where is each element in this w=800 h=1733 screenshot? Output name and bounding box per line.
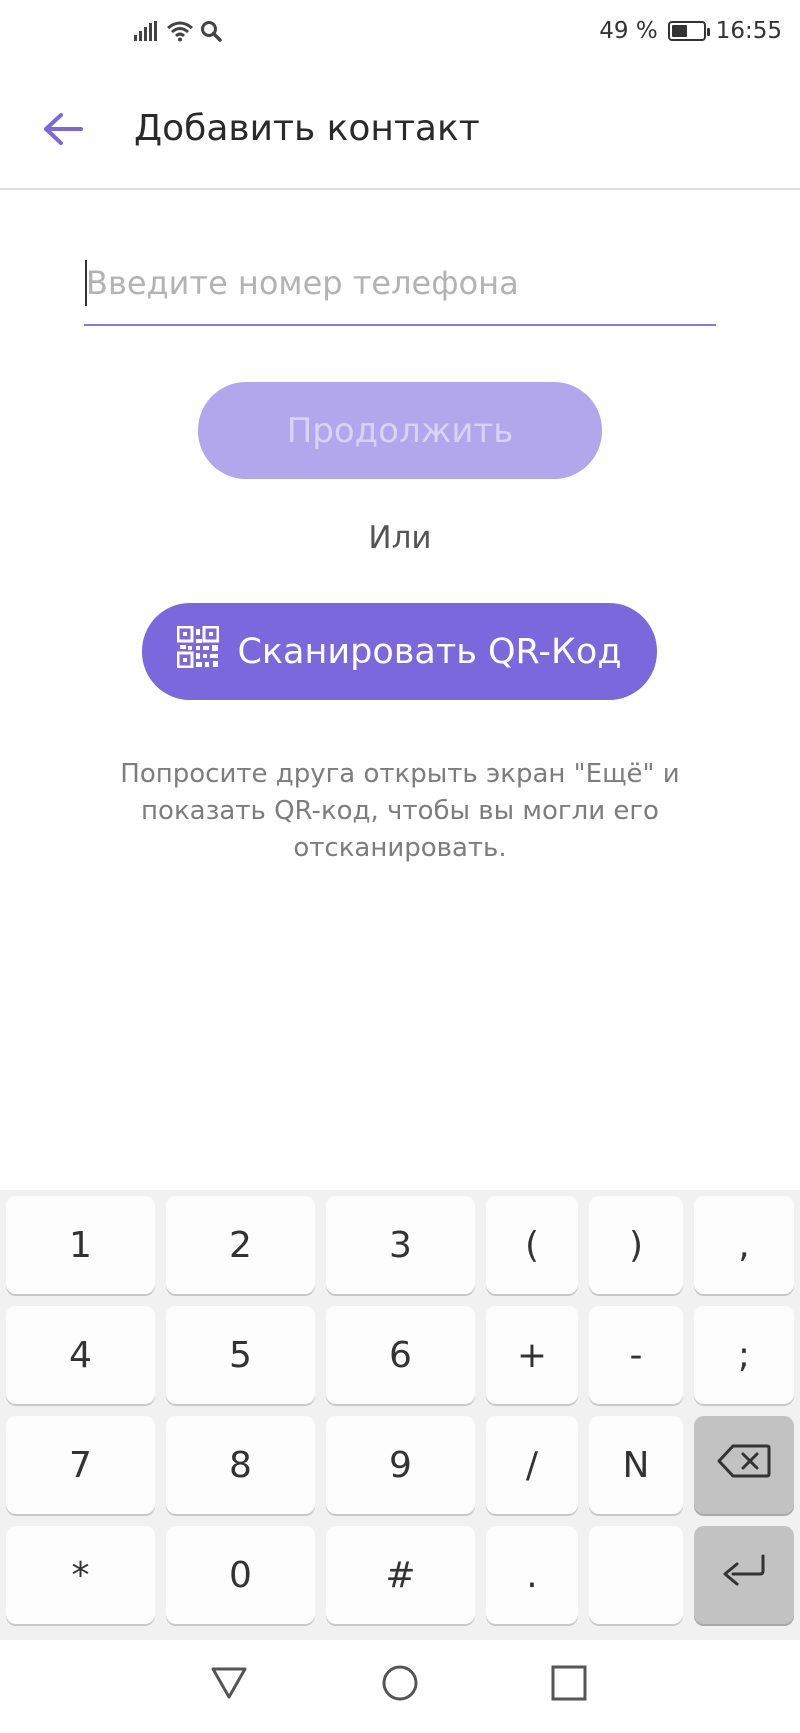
or-divider-text: Или: [368, 520, 432, 556]
key-label: 0: [229, 1554, 252, 1596]
key-9[interactable]: 9: [326, 1416, 475, 1514]
key-5[interactable]: 5: [166, 1306, 315, 1404]
key-label: 2: [229, 1224, 252, 1266]
backspace-icon: [717, 1444, 771, 1487]
app-bar: Добавить контакт: [0, 70, 800, 190]
key-label: ,: [738, 1224, 750, 1266]
key-blank[interactable]: [589, 1526, 683, 1624]
system-navigation-bar: [0, 1640, 800, 1733]
key-n[interactable]: N: [589, 1416, 683, 1514]
page-title: Добавить контакт: [134, 108, 480, 149]
key-0[interactable]: 0: [166, 1526, 315, 1624]
battery-icon: [667, 21, 710, 41]
key-2[interactable]: 2: [166, 1196, 315, 1294]
key-minus[interactable]: -: [589, 1306, 683, 1404]
key-comma[interactable]: ,: [694, 1196, 794, 1294]
key-label: -: [629, 1334, 643, 1376]
text-caret: [85, 260, 87, 306]
nav-back-button[interactable]: [199, 1660, 259, 1710]
key-asterisk[interactable]: *: [6, 1526, 155, 1624]
key-label: /: [525, 1444, 539, 1486]
key-label: 8: [229, 1444, 252, 1486]
key-backspace[interactable]: [694, 1416, 794, 1514]
arrow-left-icon: [43, 112, 83, 150]
signal-icon: [134, 21, 160, 45]
key-label: 6: [389, 1334, 412, 1376]
continue-button-label: Продолжить: [286, 410, 514, 451]
key-label: 5: [229, 1334, 252, 1376]
status-icons-left: [134, 20, 222, 46]
back-button[interactable]: [38, 106, 88, 156]
numeric-keyboard: 1 2 3 ( ) , 4 5 6 + - ; 7 8 9 / N * 0 # …: [0, 1190, 800, 1640]
key-hash[interactable]: #: [326, 1526, 475, 1624]
battery-percent: 49 %: [599, 18, 658, 44]
key-open-paren[interactable]: (: [486, 1196, 578, 1294]
scan-qr-button[interactable]: Сканировать QR-Код: [142, 603, 657, 700]
continue-button[interactable]: Продолжить: [198, 382, 602, 479]
key-plus[interactable]: +: [486, 1306, 578, 1404]
qr-hint-text: Попросите друга открыть экран "Ещё" и по…: [120, 759, 680, 863]
home-circle-icon: [380, 1663, 420, 1707]
key-8[interactable]: 8: [166, 1416, 315, 1514]
key-label: ;: [737, 1334, 751, 1376]
back-triangle-icon: [209, 1665, 249, 1705]
key-4[interactable]: 4: [6, 1306, 155, 1404]
key-slash[interactable]: /: [486, 1416, 578, 1514]
wifi-icon: [166, 20, 194, 46]
key-7[interactable]: 7: [6, 1416, 155, 1514]
key-label: N: [622, 1444, 650, 1486]
key-label: 7: [69, 1444, 92, 1486]
key-6[interactable]: 6: [326, 1306, 475, 1404]
key-label: 4: [69, 1334, 92, 1376]
key-3[interactable]: 3: [326, 1196, 475, 1294]
key-label: ): [628, 1224, 644, 1266]
search-icon: [200, 20, 222, 46]
status-icons-right: 49 % 16:55: [599, 18, 782, 44]
phone-number-input[interactable]: [84, 250, 716, 316]
key-close-paren[interactable]: ): [589, 1196, 683, 1294]
key-label: .: [526, 1554, 538, 1596]
key-semicolon[interactable]: ;: [694, 1306, 794, 1404]
recents-square-icon: [550, 1664, 588, 1706]
nav-home-button[interactable]: [370, 1660, 430, 1710]
key-1[interactable]: 1: [6, 1196, 155, 1294]
key-enter[interactable]: [694, 1526, 794, 1624]
battery-fill: [671, 25, 687, 37]
key-label: +: [516, 1334, 548, 1376]
key-label: 1: [69, 1224, 92, 1266]
key-period[interactable]: .: [486, 1526, 578, 1624]
enter-icon: [719, 1553, 769, 1598]
qr-code-icon: [176, 625, 220, 677]
nav-recents-button[interactable]: [539, 1660, 599, 1710]
phone-input-container: [84, 250, 716, 326]
status-bar: 49 % 16:55: [0, 0, 800, 70]
key-label: (: [524, 1224, 540, 1266]
key-label: 3: [389, 1224, 412, 1266]
key-label: 9: [389, 1444, 412, 1486]
key-label: *: [71, 1554, 90, 1596]
key-label: #: [385, 1554, 416, 1596]
clock: 16:55: [715, 18, 782, 44]
scan-qr-button-label: Сканировать QR-Код: [237, 631, 622, 672]
